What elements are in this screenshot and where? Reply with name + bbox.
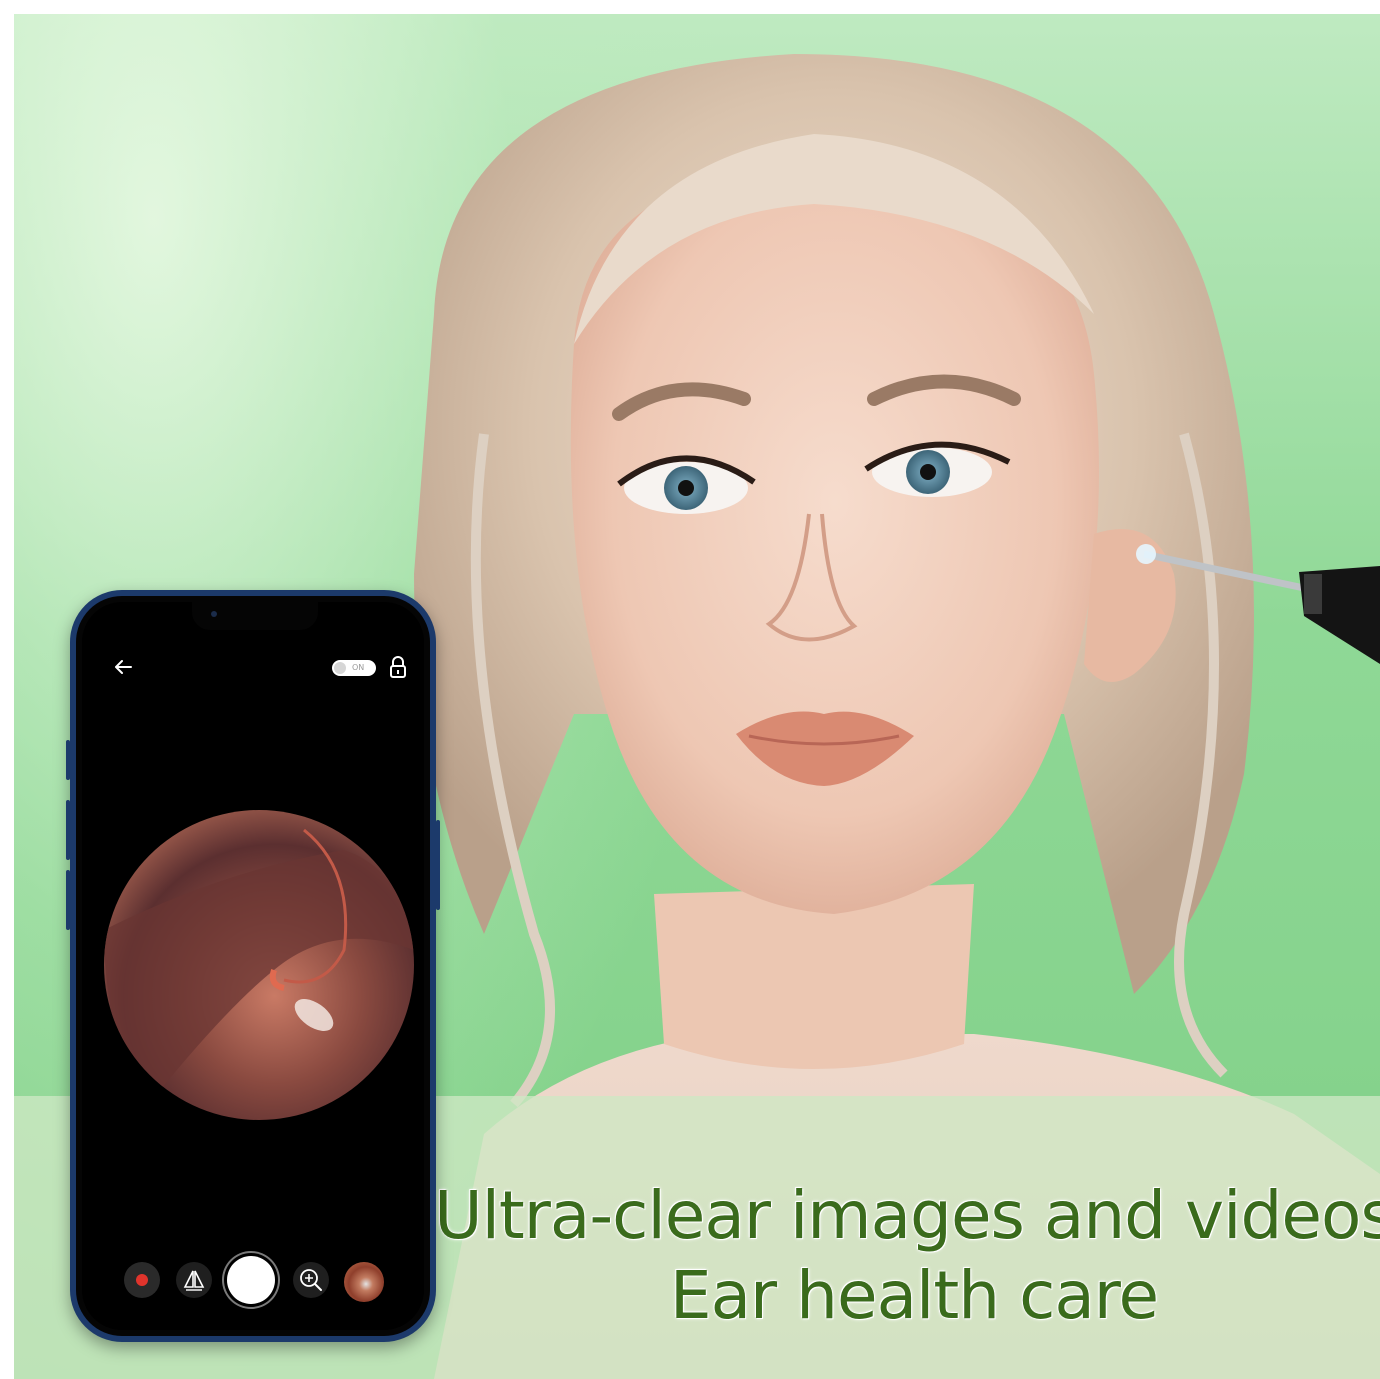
mirror-icon	[183, 1270, 205, 1291]
phone-screen: ON	[82, 602, 424, 1330]
headline-line-1: Ultra-clear images and videos	[434, 1177, 1380, 1254]
light-toggle[interactable]: ON	[332, 660, 376, 676]
zoom-button[interactable]	[293, 1262, 329, 1298]
gallery-thumbnail[interactable]	[344, 1262, 384, 1302]
zoom-in-icon	[300, 1269, 322, 1291]
headline-line-2: Ear health care	[669, 1257, 1159, 1334]
shutter-button[interactable]	[227, 1256, 275, 1304]
toggle-knob	[334, 662, 346, 674]
lock-icon[interactable]	[389, 656, 407, 678]
phone-mockup: ON	[66, 590, 440, 1342]
record-button[interactable]	[124, 1262, 160, 1298]
phone-power-button	[436, 820, 440, 910]
toggle-label: ON	[352, 663, 365, 672]
front-camera	[211, 611, 217, 617]
phone-volume-up	[66, 800, 70, 860]
headline: Ultra-clear images and videos Ear health…	[434, 1176, 1380, 1336]
phone-volume-down	[66, 870, 70, 930]
phone-side-button	[66, 740, 70, 780]
back-arrow-icon[interactable]	[112, 656, 134, 678]
ear-camera-view	[104, 810, 414, 1120]
camera-controls	[82, 1256, 424, 1306]
phone-bezel: ON	[76, 596, 430, 1336]
mirror-button[interactable]	[176, 1262, 212, 1298]
